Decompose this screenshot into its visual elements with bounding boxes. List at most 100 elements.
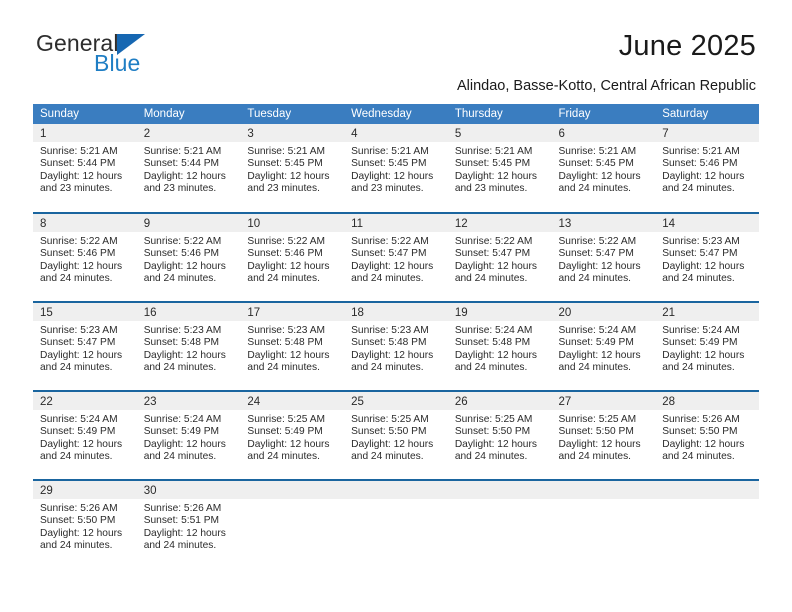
calendar-week-row: 15 Sunrise: 5:23 AM Sunset: 5:47 PM Dayl… [33, 301, 759, 391]
calendar-day-cell[interactable]: 12 Sunrise: 5:22 AM Sunset: 5:47 PM Dayl… [447, 212, 552, 302]
sunset-text: Sunset: 5:47 PM [40, 337, 116, 349]
calendar-day-cell[interactable]: 23 Sunrise: 5:24 AM Sunset: 5:49 PM Dayl… [136, 390, 241, 480]
day-number: 13 [551, 214, 656, 232]
calendar-day-cell[interactable]: 27 Sunrise: 5:25 AM Sunset: 5:50 PM Dayl… [551, 390, 656, 480]
day-number [551, 481, 656, 499]
day-details: Sunrise: 5:21 AM Sunset: 5:44 PM Dayligh… [33, 142, 137, 196]
day-details: Sunrise: 5:25 AM Sunset: 5:50 PM Dayligh… [344, 410, 448, 464]
calendar-day-cell[interactable]: 9 Sunrise: 5:22 AM Sunset: 5:46 PM Dayli… [136, 212, 241, 302]
day-details [448, 499, 552, 503]
day-details: Sunrise: 5:24 AM Sunset: 5:49 PM Dayligh… [137, 410, 241, 464]
day-number: 22 [33, 392, 137, 410]
weekday-header-row: Sunday Monday Tuesday Wednesday Thursday… [33, 104, 759, 124]
day-number: 5 [447, 124, 552, 142]
calendar-day-cell[interactable]: 29 Sunrise: 5:26 AM Sunset: 5:50 PM Dayl… [33, 479, 137, 569]
brand-logo[interactable]: General Blue [36, 32, 216, 84]
calendar-day-cell-empty [344, 479, 448, 569]
day-number [240, 481, 345, 499]
calendar-day-cell[interactable]: 7 Sunrise: 5:21 AM Sunset: 5:46 PM Dayli… [655, 124, 759, 213]
sunrise-text: Sunrise: 5:26 AM [40, 503, 118, 514]
sunrise-text: Sunrise: 5:26 AM [143, 503, 222, 514]
calendar-day-cell[interactable]: 6 Sunrise: 5:21 AM Sunset: 5:45 PM Dayli… [551, 124, 656, 213]
day-number: 2 [136, 124, 241, 142]
daylight-text: Daylight: 12 hours and 23 minutes. [40, 170, 123, 195]
sunset-text: Sunset: 5:47 PM [454, 248, 531, 260]
calendar-day-cell[interactable]: 14 Sunrise: 5:23 AM Sunset: 5:47 PM Dayl… [655, 212, 759, 302]
sunrise-text: Sunrise: 5:23 AM [662, 236, 740, 247]
sunset-text: Sunset: 5:51 PM [143, 515, 220, 527]
weekday-header-monday: Monday [136, 104, 241, 124]
day-number: 1 [33, 124, 137, 142]
calendar-day-cell[interactable]: 4 Sunrise: 5:21 AM Sunset: 5:45 PM Dayli… [344, 124, 448, 213]
day-number: 11 [344, 214, 448, 232]
daylight-text: Daylight: 12 hours and 24 minutes. [454, 349, 537, 374]
sunrise-text: Sunrise: 5:23 AM [143, 325, 222, 336]
daylight-text: Daylight: 12 hours and 23 minutes. [351, 170, 434, 195]
calendar-day-cell[interactable]: 10 Sunrise: 5:22 AM Sunset: 5:46 PM Dayl… [240, 212, 345, 302]
day-number: 6 [551, 124, 656, 142]
sunrise-text: Sunrise: 5:23 AM [351, 325, 429, 336]
sunrise-text: Sunrise: 5:23 AM [247, 325, 325, 336]
weekday-header-wednesday: Wednesday [344, 104, 448, 124]
calendar-day-cell[interactable]: 1 Sunrise: 5:21 AM Sunset: 5:44 PM Dayli… [33, 124, 137, 213]
sunrise-text: Sunrise: 5:25 AM [247, 414, 325, 425]
day-details: Sunrise: 5:26 AM Sunset: 5:51 PM Dayligh… [137, 499, 241, 553]
calendar-day-cell[interactable]: 28 Sunrise: 5:26 AM Sunset: 5:50 PM Dayl… [655, 390, 759, 480]
day-details: Sunrise: 5:23 AM Sunset: 5:47 PM Dayligh… [33, 321, 137, 375]
calendar-day-cell[interactable]: 25 Sunrise: 5:25 AM Sunset: 5:50 PM Dayl… [344, 390, 448, 480]
daylight-text: Daylight: 12 hours and 24 minutes. [662, 260, 745, 285]
day-number: 3 [240, 124, 345, 142]
page-header: General Blue June 2025 Alindao, Basse-Ko… [0, 0, 792, 94]
calendar-day-cell[interactable]: 18 Sunrise: 5:23 AM Sunset: 5:48 PM Dayl… [344, 301, 448, 391]
calendar-day-cell[interactable]: 30 Sunrise: 5:26 AM Sunset: 5:51 PM Dayl… [136, 479, 241, 569]
daylight-text: Daylight: 12 hours and 24 minutes. [40, 438, 123, 463]
sunrise-text: Sunrise: 5:22 AM [351, 236, 429, 247]
sunset-text: Sunset: 5:46 PM [40, 248, 116, 260]
calendar-header-row-group: Sunday Monday Tuesday Wednesday Thursday… [33, 104, 759, 124]
calendar-day-cell[interactable]: 17 Sunrise: 5:23 AM Sunset: 5:48 PM Dayl… [240, 301, 345, 391]
daylight-text: Daylight: 12 hours and 24 minutes. [247, 349, 330, 374]
calendar-day-cell[interactable]: 15 Sunrise: 5:23 AM Sunset: 5:47 PM Dayl… [33, 301, 137, 391]
day-details: Sunrise: 5:21 AM Sunset: 5:46 PM Dayligh… [655, 142, 759, 196]
calendar-day-cell[interactable]: 16 Sunrise: 5:23 AM Sunset: 5:48 PM Dayl… [136, 301, 241, 391]
daylight-text: Daylight: 12 hours and 24 minutes. [247, 438, 330, 463]
calendar-day-cell[interactable]: 20 Sunrise: 5:24 AM Sunset: 5:49 PM Dayl… [551, 301, 656, 391]
calendar-day-cell[interactable]: 26 Sunrise: 5:25 AM Sunset: 5:50 PM Dayl… [447, 390, 552, 480]
sunset-text: Sunset: 5:45 PM [351, 158, 427, 170]
calendar-day-cell[interactable]: 5 Sunrise: 5:21 AM Sunset: 5:45 PM Dayli… [447, 124, 552, 213]
day-number: 20 [551, 303, 656, 321]
calendar-day-cell[interactable]: 24 Sunrise: 5:25 AM Sunset: 5:49 PM Dayl… [240, 390, 345, 480]
daylight-text: Daylight: 12 hours and 24 minutes. [143, 527, 226, 552]
sunset-text: Sunset: 5:50 PM [558, 426, 634, 438]
day-details [240, 499, 344, 503]
calendar-day-cell[interactable]: 8 Sunrise: 5:22 AM Sunset: 5:46 PM Dayli… [33, 212, 137, 302]
day-number: 29 [33, 481, 137, 499]
calendar-day-cell-empty [655, 479, 759, 569]
sunset-text: Sunset: 5:48 PM [247, 337, 323, 349]
day-number: 24 [240, 392, 345, 410]
day-number: 7 [655, 124, 759, 142]
sunset-text: Sunset: 5:50 PM [40, 515, 116, 527]
daylight-text: Daylight: 12 hours and 24 minutes. [454, 438, 537, 463]
calendar-day-cell[interactable]: 21 Sunrise: 5:24 AM Sunset: 5:49 PM Dayl… [655, 301, 759, 391]
sunrise-text: Sunrise: 5:23 AM [40, 325, 118, 336]
daylight-text: Daylight: 12 hours and 24 minutes. [662, 170, 745, 195]
calendar-day-cell[interactable]: 3 Sunrise: 5:21 AM Sunset: 5:45 PM Dayli… [240, 124, 345, 213]
day-number: 28 [655, 392, 759, 410]
calendar-day-cell[interactable]: 19 Sunrise: 5:24 AM Sunset: 5:48 PM Dayl… [447, 301, 552, 391]
calendar-day-cell[interactable]: 22 Sunrise: 5:24 AM Sunset: 5:49 PM Dayl… [33, 390, 137, 480]
page-subtitle: Alindao, Basse-Kotto, Central African Re… [456, 78, 756, 94]
sunrise-text: Sunrise: 5:21 AM [454, 146, 533, 157]
calendar-day-cell[interactable]: 11 Sunrise: 5:22 AM Sunset: 5:47 PM Dayl… [344, 212, 448, 302]
day-number: 16 [136, 303, 241, 321]
daylight-text: Daylight: 12 hours and 24 minutes. [351, 438, 434, 463]
page-title: June 2025 [618, 30, 756, 62]
sunset-text: Sunset: 5:48 PM [351, 337, 427, 349]
sunrise-text: Sunrise: 5:24 AM [662, 325, 740, 336]
calendar-day-cell[interactable]: 2 Sunrise: 5:21 AM Sunset: 5:44 PM Dayli… [136, 124, 241, 213]
day-number: 26 [447, 392, 552, 410]
sunrise-text: Sunrise: 5:21 AM [40, 146, 118, 157]
calendar-day-cell[interactable]: 13 Sunrise: 5:22 AM Sunset: 5:47 PM Dayl… [551, 212, 656, 302]
day-details: Sunrise: 5:23 AM Sunset: 5:48 PM Dayligh… [137, 321, 241, 375]
calendar-week-row: 8 Sunrise: 5:22 AM Sunset: 5:46 PM Dayli… [33, 212, 759, 302]
